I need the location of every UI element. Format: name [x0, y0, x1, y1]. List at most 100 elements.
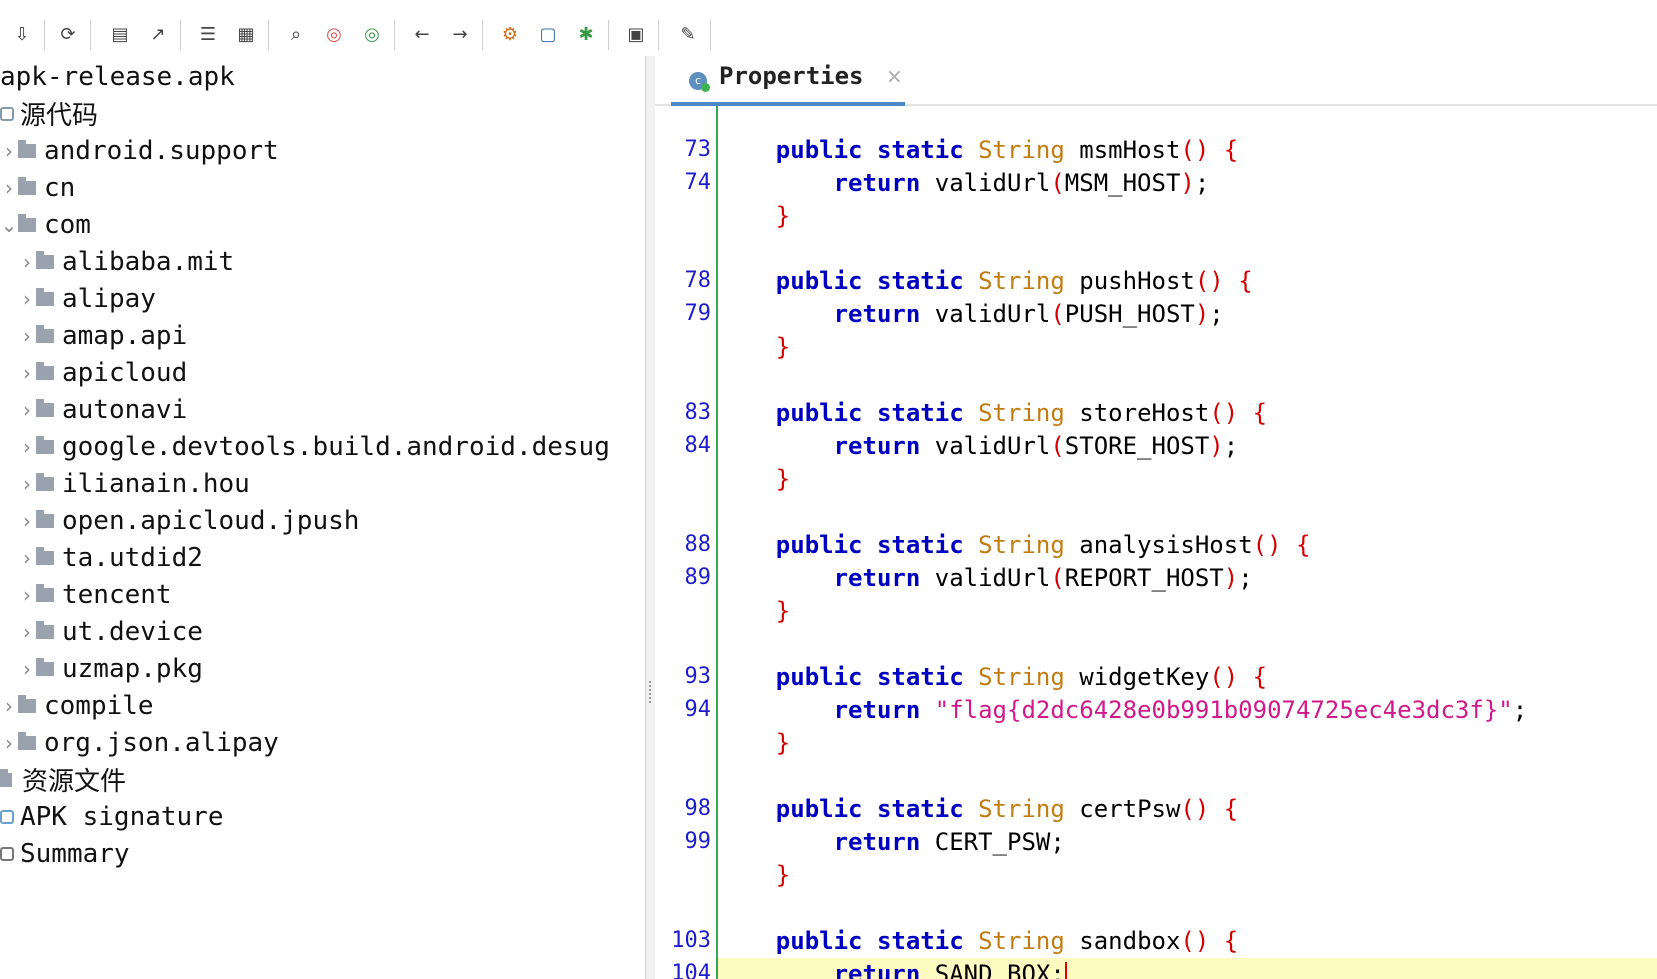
align-icon[interactable]: ☰: [196, 22, 220, 46]
line-number: 78: [684, 268, 712, 293]
toolbar-separator: [180, 20, 181, 50]
argument: MSM_HOST: [1064, 169, 1181, 197]
brace: }: [775, 202, 791, 230]
sync-icon[interactable]: ⟳: [56, 22, 80, 46]
code-area[interactable]: public static String msmHost() { return …: [718, 106, 1657, 979]
chevron-right-icon[interactable]: ›: [18, 509, 36, 533]
keyword: public: [775, 663, 863, 691]
tree-item[interactable]: › open.apicloud.jpush: [18, 502, 359, 539]
chevron-right-icon[interactable]: ›: [18, 398, 36, 422]
tree-item[interactable]: ⌄ com: [0, 206, 91, 243]
certificate-icon: [0, 809, 14, 824]
keyword: public: [775, 531, 863, 559]
tree-icon[interactable]: ▦: [234, 22, 258, 46]
chevron-right-icon[interactable]: ›: [18, 324, 36, 348]
close-icon[interactable]: ×: [886, 64, 903, 88]
chevron-down-icon[interactable]: ⌄: [0, 213, 18, 237]
tab-label: Properties: [719, 62, 864, 90]
tree-summary-node[interactable]: Summary: [0, 835, 130, 872]
code-line: return validUrl(PUSH_HOST);: [718, 298, 1657, 330]
tree-item[interactable]: › autonavi: [18, 391, 187, 428]
code-line: return validUrl(MSM_HOST);: [718, 167, 1657, 199]
line-number: 99: [684, 829, 712, 854]
parens: (): [1180, 795, 1210, 823]
chevron-right-icon[interactable]: ›: [0, 139, 18, 163]
chevron-right-icon[interactable]: ›: [18, 620, 36, 644]
tree-item[interactable]: › ta.utdid2: [18, 539, 203, 576]
line-number: 79: [684, 301, 712, 326]
tree-item[interactable]: › alibaba.mit: [18, 243, 234, 280]
find-class-icon[interactable]: ◎: [322, 22, 346, 46]
tree-item[interactable]: › cn: [0, 169, 75, 206]
tree-source-label: 源代码: [20, 101, 99, 131]
package-icon: [36, 472, 54, 491]
tree-item[interactable]: › ut.device: [18, 613, 203, 650]
chevron-right-icon[interactable]: ›: [18, 435, 36, 459]
keyword: static: [876, 136, 964, 164]
call-name: validUrl: [934, 169, 1051, 197]
export-icon[interactable]: ⇩: [10, 22, 34, 46]
tree-item[interactable]: › apicloud: [18, 354, 187, 391]
debug-icon[interactable]: ✱: [574, 22, 598, 46]
chevron-right-icon[interactable]: ›: [0, 731, 18, 755]
tree-apk-signature-node[interactable]: APK signature: [0, 798, 224, 835]
semicolon: ;: [1512, 696, 1528, 724]
tab-properties[interactable]: c Properties ×: [671, 56, 905, 106]
tree-item-label: amap.api: [62, 320, 188, 351]
brace: {: [1223, 927, 1239, 955]
brace: {: [1223, 795, 1239, 823]
tree-item[interactable]: › tencent: [18, 576, 172, 613]
chevron-right-icon[interactable]: ›: [18, 287, 36, 311]
back-icon[interactable]: ←: [410, 22, 434, 46]
tree-item-label: android.support: [44, 135, 279, 166]
chevron-right-icon[interactable]: ›: [18, 250, 36, 274]
tree-item-label: alibaba.mit: [62, 246, 235, 277]
decompile-icon[interactable]: ⚙: [498, 22, 522, 46]
toolbar-separator: [482, 20, 483, 50]
open-external-icon[interactable]: ↗: [146, 22, 170, 46]
tree-item[interactable]: › uzmap.pkg: [18, 650, 203, 687]
tree-item[interactable]: › alipay: [18, 280, 156, 317]
tree-item[interactable]: › amap.api: [18, 317, 187, 354]
summary-icon: [0, 846, 14, 861]
toolbar-separator: [44, 20, 45, 50]
package-icon: [36, 583, 54, 602]
line-number: 84: [684, 433, 712, 458]
chevron-right-icon[interactable]: ›: [18, 583, 36, 607]
call-name: validUrl: [934, 564, 1051, 592]
bookmark-icon[interactable]: ▢: [536, 22, 560, 46]
log-icon[interactable]: ▣: [624, 22, 648, 46]
save-icon[interactable]: ▤: [108, 22, 132, 46]
tree-item[interactable]: › android.support: [0, 132, 279, 169]
tree-item[interactable]: › ilianain.hou: [18, 465, 250, 502]
chevron-right-icon[interactable]: ›: [18, 657, 36, 681]
chevron-right-icon[interactable]: ›: [18, 472, 36, 496]
semicolon: ;: [1050, 960, 1065, 979]
splitter-grip[interactable]: [649, 681, 653, 703]
tree-item[interactable]: › org.json.alipay: [0, 724, 279, 761]
tree-item-label: apicloud: [62, 357, 188, 388]
keyword: return: [833, 828, 921, 856]
method-name: analysisHost: [1079, 531, 1253, 559]
chevron-right-icon[interactable]: ›: [18, 546, 36, 570]
find-usage-icon[interactable]: ◎: [360, 22, 384, 46]
tree-resources-node[interactable]: 资源文件: [0, 761, 126, 798]
keyword: return: [833, 696, 921, 724]
brace: {: [1223, 136, 1239, 164]
tree-item[interactable]: › compile: [0, 687, 154, 724]
tree-source-node[interactable]: 源代码: [0, 95, 98, 132]
brace: }: [775, 465, 791, 493]
method-name: pushHost: [1079, 267, 1195, 295]
forward-icon[interactable]: →: [448, 22, 472, 46]
paren: ): [1223, 564, 1239, 592]
toolbar-separator: [90, 20, 91, 50]
keyword: public: [775, 927, 863, 955]
keyword: return: [833, 432, 921, 460]
search-icon[interactable]: ⌕: [284, 22, 308, 46]
tree-root[interactable]: apk-release.apk: [0, 58, 235, 95]
settings-icon[interactable]: ✎: [676, 22, 700, 46]
chevron-right-icon[interactable]: ›: [18, 361, 36, 385]
tree-item[interactable]: › google.devtools.build.android.desug: [18, 428, 610, 465]
chevron-right-icon[interactable]: ›: [0, 176, 18, 200]
chevron-right-icon[interactable]: ›: [0, 694, 18, 718]
